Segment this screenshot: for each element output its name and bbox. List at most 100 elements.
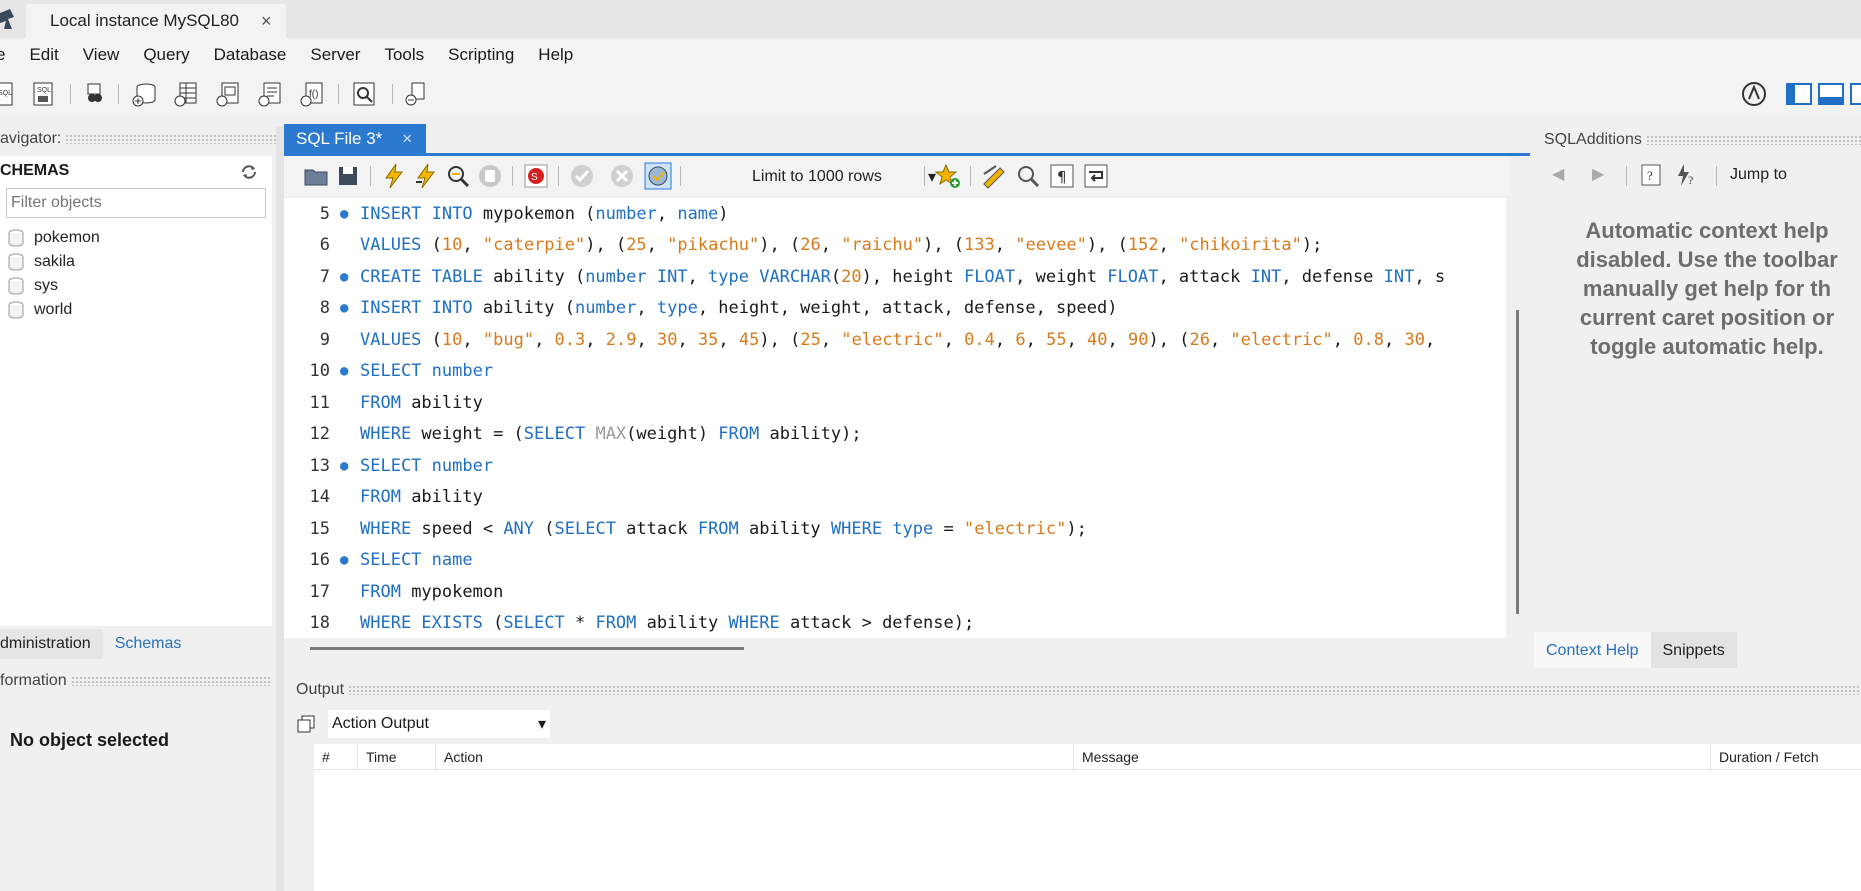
panel-splitter[interactable] (276, 126, 284, 891)
toggle-output-icon[interactable] (1817, 80, 1845, 108)
code-token: * (564, 613, 596, 633)
schema-item-sakila[interactable]: sakila (8, 250, 75, 274)
create-function-icon[interactable]: f() (298, 80, 326, 108)
code-line[interactable]: 7 ● CREATE TABLE ability (number INT, type… (284, 261, 1506, 292)
schema-item-world[interactable]: world (8, 298, 72, 322)
beautify-icon[interactable] (980, 162, 1008, 190)
auto-help-icon[interactable]: ? (1674, 162, 1700, 188)
reconnect-icon[interactable] (402, 80, 430, 108)
create-procedure-icon[interactable] (256, 80, 284, 108)
output-type-select[interactable]: Action Output ▾ (328, 710, 550, 738)
tab-context-help[interactable]: Context Help (1534, 632, 1651, 668)
line-number: 13 (309, 455, 330, 476)
code-line[interactable]: 8 ● INSERT INTO ability (number, type, hei… (284, 293, 1506, 324)
stop-icon[interactable] (476, 162, 504, 190)
connection-tab-bar: Local instance MySQL80 × (0, 0, 1861, 38)
statement-marker-icon: ● (340, 457, 349, 474)
editor-vertical-scrollbar[interactable] (1516, 310, 1519, 614)
copy-icon[interactable] (296, 714, 316, 734)
create-view-icon[interactable] (214, 80, 242, 108)
schema-item-sys[interactable]: sys (8, 274, 58, 298)
code-line[interactable]: 9 VALUES (10, "bug", 0.3, 2.9, 30, 35, 4… (284, 324, 1506, 355)
execute-icon[interactable] (380, 162, 408, 190)
search-table-data-icon[interactable] (350, 80, 378, 108)
code-line[interactable]: 17 FROM mypokemon (284, 576, 1506, 607)
code-line[interactable]: 18 WHERE EXISTS (SELECT * FROM ability W… (284, 608, 1506, 639)
menu-database[interactable]: Database (202, 45, 299, 65)
line-number: 11 (309, 392, 330, 413)
back-icon[interactable]: ◀ (1552, 164, 1564, 184)
menu-view[interactable]: View (71, 45, 132, 65)
manual-help-icon[interactable]: ? (1638, 162, 1664, 188)
mysql-logo-icon[interactable] (1740, 80, 1768, 108)
code-token: INSERT INTO (360, 298, 473, 318)
home-icon[interactable] (0, 9, 18, 29)
create-schema-icon[interactable] (130, 80, 158, 108)
menu-file[interactable]: e (0, 45, 17, 65)
connection-tab[interactable]: Local instance MySQL80 × (26, 4, 286, 38)
schema-item-pokemon[interactable]: pokemon (8, 226, 100, 250)
gutter-spacer (332, 237, 360, 253)
open-sql-script-icon[interactable]: SQL (30, 80, 58, 108)
new-sql-tab-icon[interactable]: SQL (0, 80, 18, 108)
code-line[interactable]: 16 ● SELECT name (284, 545, 1506, 576)
explain-icon[interactable] (444, 162, 472, 190)
toolbar-separator (924, 166, 925, 186)
schema-label: sys (34, 277, 58, 294)
jump-to-select[interactable]: Jump to (1730, 166, 1787, 184)
code-line[interactable]: 10 ● SELECT number (284, 356, 1506, 387)
column-header-number[interactable]: # (314, 743, 358, 770)
code-line[interactable]: 13 ● SELECT number (284, 450, 1506, 481)
filter-objects-input[interactable] (6, 188, 266, 218)
find-icon[interactable] (1014, 162, 1042, 190)
refresh-icon[interactable] (240, 164, 258, 180)
save-icon[interactable] (334, 162, 362, 190)
code-line[interactable]: 12 WHERE weight = (SELECT MAX(weight) FR… (284, 419, 1506, 450)
code-token: MAX (595, 424, 627, 444)
code-token: , (677, 329, 698, 350)
code-line[interactable]: 15 WHERE speed < ANY (SELECT attack FROM… (284, 513, 1506, 544)
sql-editor[interactable]: 5 ● INSERT INTO mypokemon (number, name) 6 … (284, 198, 1506, 638)
code-line[interactable]: 6 VALUES (10, "caterpie"), (25, "pikachu… (284, 230, 1506, 261)
limit-rows-select[interactable]: Limit to 1000 rows ▾ (744, 163, 944, 191)
rollback-icon[interactable] (608, 162, 636, 190)
add-snippet-icon[interactable] (934, 162, 962, 190)
commit-icon[interactable] (568, 162, 596, 190)
tab-schemas[interactable]: Schemas (102, 629, 194, 659)
toggle-secondary-sidebar-icon[interactable] (1849, 80, 1861, 108)
forward-icon[interactable]: ▶ (1592, 164, 1604, 184)
open-folder-icon[interactable] (302, 162, 330, 190)
menu-edit[interactable]: Edit (17, 45, 70, 65)
word-wrap-icon[interactable] (1082, 162, 1110, 190)
code-token: 152 (1127, 235, 1159, 255)
tab-sql-file[interactable]: SQL File 3* × (284, 124, 427, 153)
close-icon[interactable]: × (261, 11, 272, 32)
menu-tools[interactable]: Tools (372, 45, 436, 65)
code-line[interactable]: 5 ● INSERT INTO mypokemon (number, name) (284, 198, 1506, 229)
menu-help[interactable]: Help (526, 45, 585, 65)
column-header-action[interactable]: Action (436, 743, 1074, 770)
autocommit-icon[interactable] (644, 162, 672, 190)
menu-scripting[interactable]: Scripting (436, 45, 526, 65)
tab-snippets[interactable]: Snippets (1650, 632, 1737, 668)
close-icon[interactable]: × (402, 129, 412, 149)
tab-administration[interactable]: dministration (0, 629, 103, 659)
execute-current-icon[interactable] (412, 162, 440, 190)
inspector-icon[interactable] (80, 80, 108, 108)
editor-horizontal-scrollbar[interactable] (310, 647, 744, 650)
toggle-stop-on-error-icon[interactable]: S (522, 162, 550, 190)
toolbar-separator (558, 166, 559, 186)
code-token: FROM (360, 581, 401, 602)
invisible-characters-icon[interactable]: ¶ (1048, 162, 1076, 190)
code-token: 10 (441, 329, 463, 350)
code-token: 0.4 (964, 329, 995, 350)
column-header-duration-fetch[interactable]: Duration / Fetch (1711, 744, 1861, 770)
code-line[interactable]: 11 FROM ability (284, 387, 1506, 418)
column-header-time[interactable]: Time (358, 743, 436, 770)
column-header-message[interactable]: Message (1074, 743, 1711, 770)
code-line[interactable]: 14 FROM ability (284, 482, 1506, 513)
toggle-sidebar-icon[interactable] (1785, 80, 1813, 108)
create-table-icon[interactable] (172, 80, 200, 108)
menu-server[interactable]: Server (298, 45, 372, 65)
menu-query[interactable]: Query (131, 45, 201, 65)
